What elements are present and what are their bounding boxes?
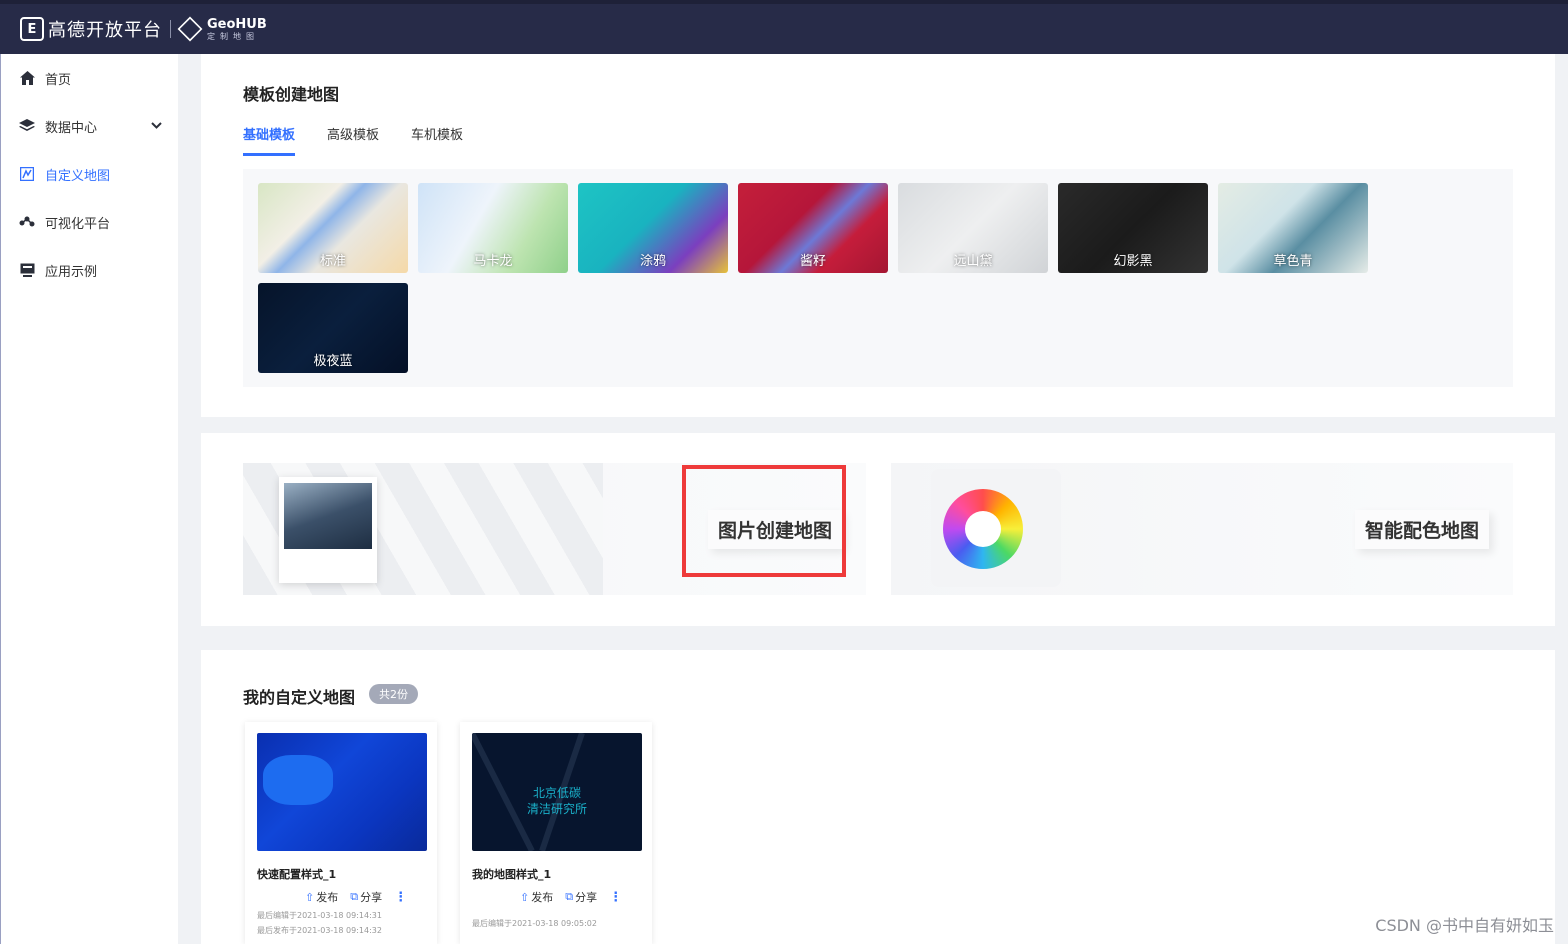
map-card-2[interactable]: 北京低碳 清洁研究所 我的地图样式_1 ⇧ 发布 ⧉ 分享 ⋮ 最后编辑于2021-… xyxy=(460,722,652,944)
my-maps-title: 我的自定义地图 xyxy=(243,688,356,707)
share-label: 分享 xyxy=(575,891,598,904)
publish-label: 发布 xyxy=(531,891,554,904)
template-label: 草色青 xyxy=(1273,254,1313,269)
home-icon xyxy=(19,70,35,86)
sidebar-item-app-example[interactable]: 应用示例 xyxy=(1,246,178,294)
tab-basic[interactable]: 基础模板 xyxy=(243,124,296,156)
template-card-yuanshandai[interactable]: 远山黛 xyxy=(898,183,1048,273)
template-label: 远山黛 xyxy=(953,254,993,269)
sidebar-item-label: 自定义地图 xyxy=(45,168,111,184)
share-label: 分享 xyxy=(360,891,383,904)
template-label: 涂鸦 xyxy=(639,254,666,269)
amap-logo-icon[interactable]: E xyxy=(20,17,44,41)
map-thumbnail-1[interactable] xyxy=(257,733,427,851)
template-card-phantom-black[interactable]: 幻影黑 xyxy=(1058,183,1208,273)
custom-map-icon xyxy=(19,166,35,182)
template-label: 极夜蓝 xyxy=(313,354,353,369)
color-wheel-center xyxy=(965,511,1001,547)
template-card-macaron[interactable]: 马卡龙 xyxy=(418,183,568,273)
brand-divider xyxy=(170,20,171,38)
geohub-title: GeoHUB xyxy=(207,16,267,32)
upload-icon: ⇧ xyxy=(305,890,315,904)
smart-color-map-label: 智能配色地图 xyxy=(1355,510,1490,549)
layers-icon xyxy=(19,118,35,134)
share-icon: ⧉ xyxy=(565,890,574,903)
map-name: 快速配置样式_1 xyxy=(257,868,337,881)
tab-vehicle[interactable]: 车机模板 xyxy=(411,124,463,156)
template-card-polar-night-blue[interactable]: 极夜蓝 xyxy=(258,283,408,373)
sidebar-item-label: 可视化平台 xyxy=(45,216,111,232)
feature-panel: 图片创建地图 智能配色地图 xyxy=(201,433,1555,626)
sidebar-item-custom-map[interactable]: 自定义地图 xyxy=(1,150,178,198)
template-card-jiangzi[interactable]: 酱籽 xyxy=(738,183,888,273)
last-edited: 最后编辑于2021-03-18 09:14:31 xyxy=(257,911,382,920)
map-actions: ⇧ 发布 ⧉ 分享 ⋮ xyxy=(520,889,622,905)
map-actions: ⇧ 发布 ⧉ 分享 ⋮ xyxy=(305,889,407,905)
last-edited: 最后编辑于2021-03-18 09:05:02 xyxy=(472,919,597,928)
geohub-logo[interactable]: GeoHUB 定制地图 xyxy=(207,18,267,41)
map-count-badge: 共2份 xyxy=(369,684,418,704)
publish-button[interactable]: ⇧ 发布 xyxy=(520,889,553,905)
share-button[interactable]: ⧉ 分享 xyxy=(565,889,597,905)
highlight-box xyxy=(682,465,846,577)
chevron-down-icon[interactable] xyxy=(151,121,162,132)
smart-color-map-card[interactable]: 智能配色地图 xyxy=(891,463,1513,595)
photo-frame xyxy=(279,477,377,583)
template-section-title: 模板创建地图 xyxy=(243,85,340,104)
sidebar-item-data-center[interactable]: 数据中心 xyxy=(1,102,178,150)
template-gallery: 标准 马卡龙 涂鸦 酱籽 远山黛 幻影黑 草色青 极夜蓝 xyxy=(243,169,1513,387)
sidebar: 首页 数据中心 自定义地图 可视化平台 应用示例 xyxy=(0,54,178,944)
thumbnail-text-line-2: 清洁研究所 xyxy=(526,802,587,816)
template-label: 标准 xyxy=(319,254,346,269)
publish-label: 发布 xyxy=(316,891,339,904)
share-button[interactable]: ⧉ 分享 xyxy=(350,889,382,905)
sidebar-item-label: 首页 xyxy=(45,72,72,88)
top-navigation-bar: E 高德开放平台 GeoHUB 定制地图 xyxy=(0,0,1568,54)
template-label: 马卡龙 xyxy=(473,254,513,269)
template-tabs: 基础模板 高级模板 车机模板 xyxy=(243,124,495,156)
app-example-icon xyxy=(19,262,35,278)
lake-shape xyxy=(263,755,333,805)
watermark: CSDN @书中自有妍如玉 xyxy=(1375,916,1554,935)
sidebar-item-home[interactable]: 首页 xyxy=(1,54,178,102)
sidebar-item-label: 数据中心 xyxy=(45,120,98,136)
thumbnail-text-line-1: 北京低碳 xyxy=(532,786,581,800)
my-maps-panel: 我的自定义地图 共2份 快速配置样式_1 ⇧ 发布 ⧉ 分享 ⋮ 最后编辑于2021… xyxy=(201,650,1555,944)
template-label: 幻影黑 xyxy=(1113,254,1153,269)
map-thumbnail-2[interactable]: 北京低碳 清洁研究所 xyxy=(472,733,642,851)
geohub-logo-icon xyxy=(177,16,203,42)
brand-name[interactable]: 高德开放平台 xyxy=(48,16,162,42)
water-photo-image xyxy=(284,483,372,549)
upload-icon: ⇧ xyxy=(520,890,530,904)
geohub-subtitle: 定制地图 xyxy=(207,31,259,41)
visualization-icon xyxy=(19,214,35,230)
more-vertical-icon[interactable]: ⋮ xyxy=(609,890,622,905)
template-panel: 模板创建地图 基础模板 高级模板 车机模板 标准 马卡龙 涂鸦 酱籽 远山黛 幻… xyxy=(201,54,1555,417)
share-icon: ⧉ xyxy=(350,890,359,903)
template-label: 酱籽 xyxy=(799,254,826,269)
last-published: 最后发布于2021-03-18 09:14:32 xyxy=(257,926,382,935)
tab-advanced[interactable]: 高级模板 xyxy=(327,124,379,156)
color-wheel-icon xyxy=(943,489,1023,569)
template-card-graffiti[interactable]: 涂鸦 xyxy=(578,183,728,273)
template-card-standard[interactable]: 标准 xyxy=(258,183,408,273)
map-name: 我的地图样式_1 xyxy=(472,868,552,881)
thumbnail-text: 北京低碳 清洁研究所 xyxy=(472,785,642,817)
sidebar-item-label: 应用示例 xyxy=(45,264,98,280)
sidebar-item-visualization[interactable]: 可视化平台 xyxy=(1,198,178,246)
map-card-1[interactable]: 快速配置样式_1 ⇧ 发布 ⧉ 分享 ⋮ 最后编辑于2021-03-18 09:14… xyxy=(245,722,437,944)
publish-button[interactable]: ⇧ 发布 xyxy=(305,889,338,905)
template-card-grass-green[interactable]: 草色青 xyxy=(1218,183,1368,273)
more-vertical-icon[interactable]: ⋮ xyxy=(394,890,407,905)
